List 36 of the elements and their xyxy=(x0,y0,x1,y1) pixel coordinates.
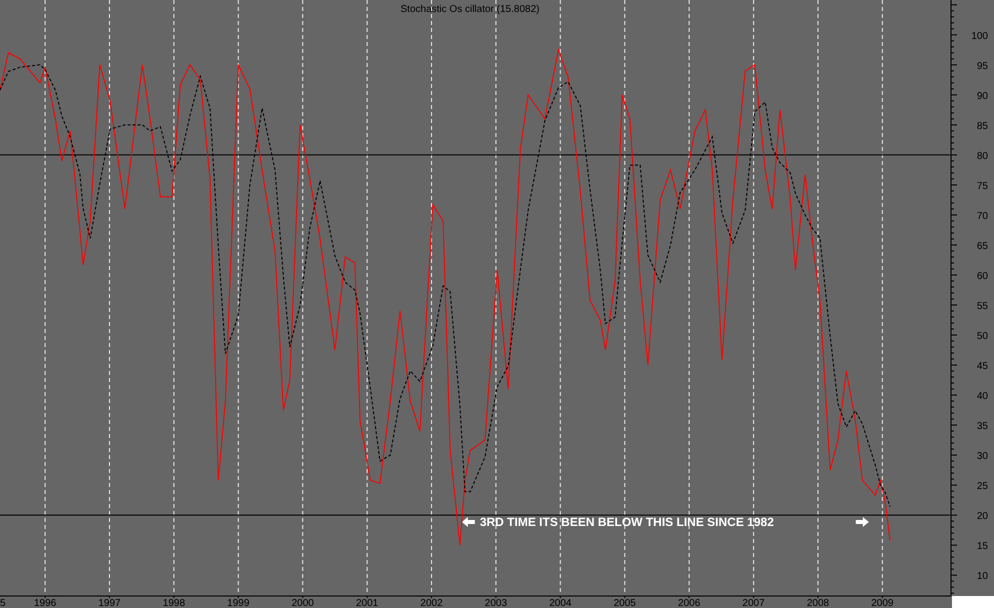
y-tick-label: 40 xyxy=(976,391,988,402)
x-tick-label: 2007 xyxy=(742,598,765,608)
y-tick-label: 35 xyxy=(976,421,988,432)
y-tick-label: 30 xyxy=(976,451,988,462)
x-tick-label: 2004 xyxy=(549,598,572,608)
x-tick-label: 1997 xyxy=(98,598,121,608)
y-tick-label: 50 xyxy=(976,331,988,342)
x-tick-label: 1998 xyxy=(162,598,186,608)
y-tick-label: 80 xyxy=(976,150,988,162)
x-tick-label: 2001 xyxy=(356,598,378,608)
y-tick-label: 95 xyxy=(976,60,988,72)
y-tick-label: 65 xyxy=(976,240,988,252)
y-tick-label: 55 xyxy=(976,301,988,312)
chart-title: Stochastic Os cillator (15.8082) xyxy=(400,4,540,15)
x-tick-label: 2000 xyxy=(292,598,314,608)
y-tick-label: 85 xyxy=(976,120,988,132)
x-tick-label: 1996 xyxy=(34,598,56,608)
x-tick-label: 5 xyxy=(0,598,6,608)
y-tick-label: 10 xyxy=(976,571,988,582)
x-tick-label: 2003 xyxy=(484,598,508,608)
x-tick-label: 2005 xyxy=(614,598,636,608)
y-tick-label: 90 xyxy=(976,90,988,102)
y-tick-label: 60 xyxy=(976,270,988,282)
x-tick-label: 2008 xyxy=(806,598,830,608)
y-tick-label: 20 xyxy=(976,511,988,522)
annotation-text: 3RD TIME ITS BEEN BELOW THIS LINE SINCE 1982 xyxy=(480,514,774,529)
x-tick-label: 2002 xyxy=(420,598,443,608)
y-tick-label: 45 xyxy=(976,361,988,372)
y-tick-label: 75 xyxy=(976,180,988,192)
y-tick-label: 100 xyxy=(971,30,988,42)
x-tick-label: 2009 xyxy=(871,598,894,608)
y-tick-label: 70 xyxy=(976,210,988,222)
y-tick-label: 25 xyxy=(976,481,988,492)
y-tick-label: 15 xyxy=(976,541,988,552)
x-tick-label: 1999 xyxy=(227,598,250,608)
x-tick-label: 2006 xyxy=(678,598,700,608)
